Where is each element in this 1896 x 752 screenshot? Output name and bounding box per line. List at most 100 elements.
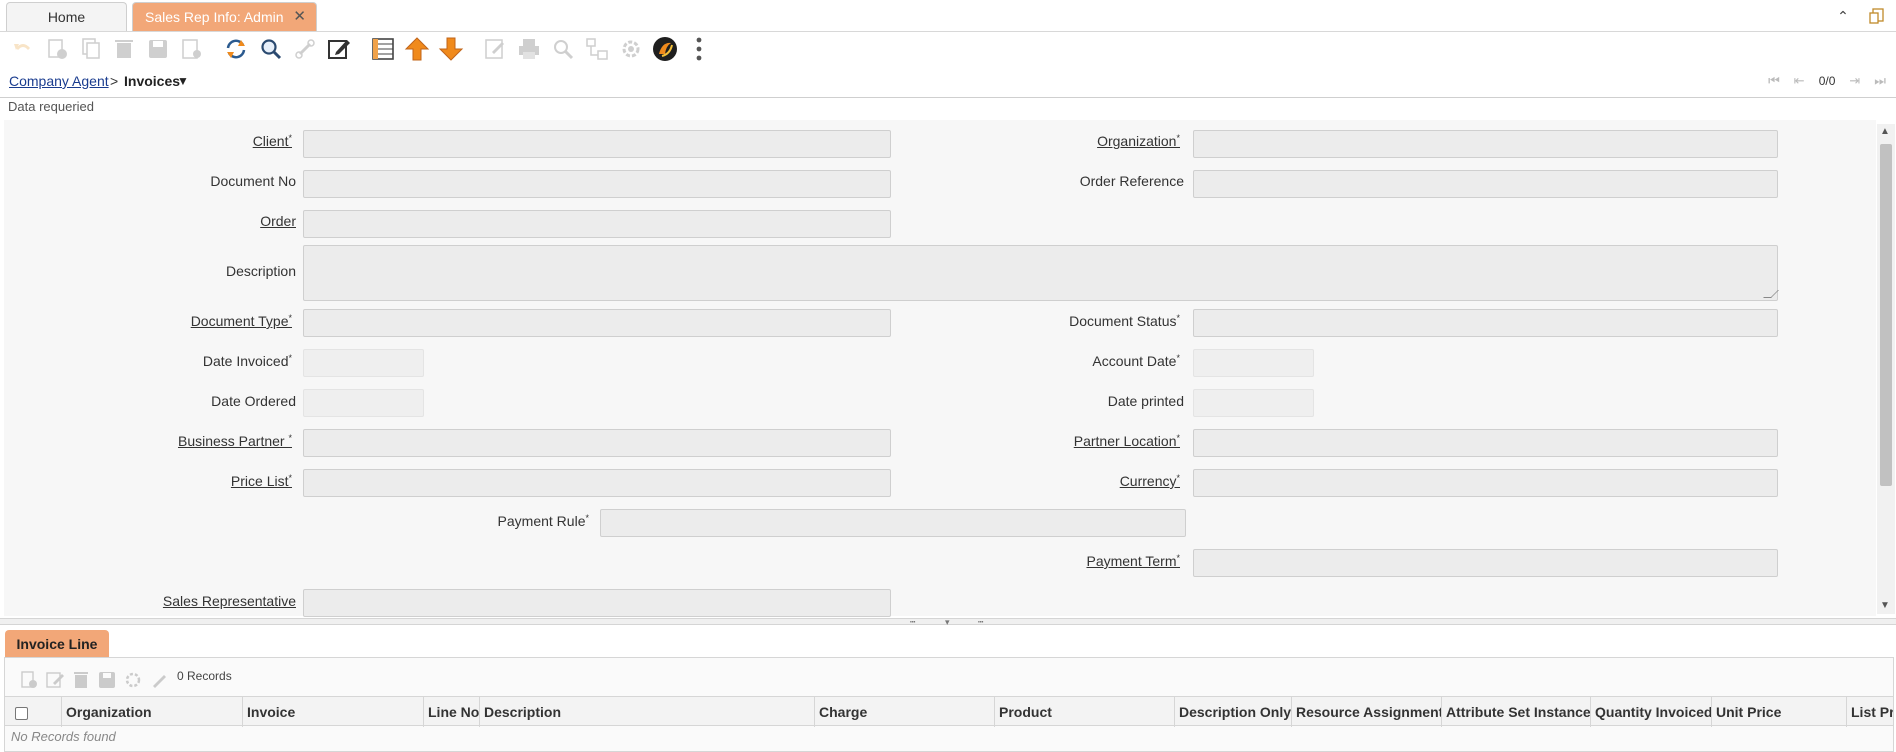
record-navigation: ⏮ ⇤ 0/0 ⇥ ⏭ bbox=[1768, 73, 1886, 89]
tabbar-controls: ⌃ bbox=[1834, 6, 1886, 26]
payment-term-field[interactable] bbox=[1193, 549, 1778, 577]
date-printed-field[interactable] bbox=[1193, 389, 1314, 417]
copy-icon[interactable] bbox=[78, 36, 104, 62]
tab-home[interactable]: Home (105866) bbox=[6, 2, 127, 53]
find-icon[interactable] bbox=[258, 36, 284, 62]
column-header[interactable]: Charge bbox=[814, 697, 994, 727]
client-field[interactable] bbox=[303, 130, 891, 158]
last-record-icon[interactable]: ⏭ bbox=[1874, 73, 1886, 89]
sales-representative-field[interactable] bbox=[303, 589, 891, 617]
window-tab-bar: Home (105866) Sales Rep Info: Admin ✕ ⌃ bbox=[0, 0, 1896, 53]
column-header[interactable]: Invoice bbox=[242, 697, 423, 727]
records-count: 0 Records bbox=[177, 669, 232, 683]
detail-new-icon[interactable] bbox=[19, 670, 39, 690]
app-logo-icon[interactable] bbox=[652, 36, 678, 62]
detail-customize-icon[interactable] bbox=[149, 670, 169, 690]
order-label[interactable]: Order bbox=[4, 213, 296, 229]
date-invoiced-field[interactable] bbox=[303, 349, 424, 377]
detail-toolbar: 0 Records bbox=[5, 658, 1893, 696]
date-ordered-label: Date Ordered bbox=[211, 393, 296, 409]
order-field[interactable] bbox=[303, 210, 891, 238]
detail-edit-icon[interactable] bbox=[45, 670, 65, 690]
scroll-thumb[interactable] bbox=[1880, 144, 1892, 486]
business-partner-label[interactable]: Business Partner * bbox=[4, 433, 292, 449]
close-icon[interactable]: ✕ bbox=[293, 3, 306, 31]
splitter-grip-left-icon[interactable]: ┅ bbox=[910, 617, 915, 628]
window-restore-icon[interactable] bbox=[1868, 7, 1886, 25]
document-type-label[interactable]: Document Type* bbox=[4, 313, 292, 329]
next-record-small-icon[interactable]: ⇥ bbox=[1849, 73, 1860, 89]
partner-location-label[interactable]: Partner Location* bbox=[894, 433, 1180, 449]
column-header[interactable]: Description Only bbox=[1174, 697, 1291, 727]
zoom-across-icon[interactable] bbox=[550, 36, 576, 62]
organization-field[interactable] bbox=[1193, 130, 1778, 158]
prev-record-small-icon[interactable]: ⇤ bbox=[1794, 73, 1805, 89]
client-label[interactable]: Client* bbox=[4, 133, 292, 149]
currency-field[interactable] bbox=[1193, 469, 1778, 497]
save-icon[interactable] bbox=[145, 36, 171, 62]
price-list-field[interactable] bbox=[303, 469, 891, 497]
tab-sales-rep-info[interactable]: Sales Rep Info: Admin ✕ bbox=[132, 2, 317, 31]
detail-process-icon[interactable] bbox=[123, 670, 143, 690]
save-create-icon[interactable] bbox=[179, 36, 205, 62]
main-toolbar bbox=[0, 33, 1896, 65]
document-status-field[interactable] bbox=[1193, 309, 1778, 337]
currency-label[interactable]: Currency* bbox=[894, 473, 1180, 489]
select-all-checkbox[interactable] bbox=[5, 697, 61, 727]
resize-grip-icon[interactable] bbox=[1763, 290, 1779, 298]
column-header[interactable]: Organization bbox=[61, 697, 242, 727]
delete-icon[interactable] bbox=[111, 36, 137, 62]
refresh-icon[interactable] bbox=[223, 36, 249, 62]
column-header[interactable]: List Pr bbox=[1846, 697, 1893, 727]
document-no-field[interactable] bbox=[303, 170, 891, 198]
column-header[interactable]: Description bbox=[479, 697, 814, 727]
column-header[interactable]: Product bbox=[994, 697, 1174, 727]
print-icon[interactable] bbox=[516, 36, 542, 62]
scroll-up-icon[interactable]: ▲ bbox=[1880, 126, 1890, 137]
organization-label[interactable]: Organization* bbox=[894, 133, 1180, 149]
chat-edit-icon[interactable] bbox=[326, 36, 352, 62]
column-header[interactable]: Unit Price bbox=[1711, 697, 1846, 727]
splitter-grip-right-icon[interactable]: ┅ bbox=[978, 617, 983, 628]
empty-grid-message: No Records found bbox=[11, 729, 116, 744]
payment-rule-field[interactable] bbox=[600, 509, 1186, 537]
caret-down-icon[interactable]: ▼ bbox=[177, 74, 189, 88]
breadcrumb-current[interactable]: Invoices bbox=[124, 73, 180, 89]
splitter-collapse-icon[interactable]: ▾ bbox=[945, 617, 950, 628]
process-icon[interactable] bbox=[618, 36, 644, 62]
partner-location-field[interactable] bbox=[1193, 429, 1778, 457]
grid-toggle-icon[interactable] bbox=[370, 36, 396, 62]
status-message: Data requeried bbox=[8, 99, 94, 114]
first-record-icon[interactable]: ⏮ bbox=[1768, 73, 1780, 89]
description-textarea[interactable] bbox=[303, 245, 1779, 301]
payment-term-label[interactable]: Payment Term* bbox=[894, 553, 1180, 569]
undo-icon[interactable] bbox=[10, 36, 36, 62]
column-header[interactable]: Quantity Invoiced bbox=[1590, 697, 1711, 727]
panel-splitter[interactable]: ┅ ▾ ┅ bbox=[0, 617, 1896, 628]
detail-delete-icon[interactable] bbox=[71, 670, 91, 690]
breadcrumb-parent-link[interactable]: Company Agent bbox=[9, 73, 109, 89]
date-ordered-field[interactable] bbox=[303, 389, 424, 417]
document-type-field[interactable] bbox=[303, 309, 891, 337]
more-options-icon[interactable] bbox=[686, 36, 712, 62]
order-reference-field[interactable] bbox=[1193, 170, 1778, 198]
detail-save-icon[interactable] bbox=[97, 670, 117, 690]
scroll-down-icon[interactable]: ▼ bbox=[1880, 600, 1890, 611]
business-partner-field[interactable] bbox=[303, 429, 891, 457]
workflow-icon[interactable] bbox=[584, 36, 610, 62]
column-header[interactable]: Attribute Set Instance bbox=[1441, 697, 1590, 727]
sales-representative-label[interactable]: Sales Representative bbox=[4, 593, 296, 609]
breadcrumb: Company Agent > Invoices ▼ ⏮ ⇤ 0/0 ⇥ ⏭ bbox=[0, 66, 1896, 98]
column-header[interactable]: Resource Assignment bbox=[1291, 697, 1441, 727]
tab-invoice-line[interactable]: Invoice Line bbox=[5, 630, 109, 658]
form-scrollbar[interactable]: ▲ ▼ bbox=[1877, 124, 1895, 614]
price-list-label[interactable]: Price List* bbox=[4, 473, 292, 489]
column-header[interactable]: Line No bbox=[423, 697, 479, 727]
report-icon[interactable] bbox=[482, 36, 508, 62]
collapse-up-icon[interactable]: ⌃ bbox=[1834, 7, 1852, 25]
new-record-icon[interactable] bbox=[44, 36, 70, 62]
attachment-icon[interactable] bbox=[292, 36, 318, 62]
previous-record-icon[interactable] bbox=[404, 36, 430, 62]
account-date-field[interactable] bbox=[1193, 349, 1314, 377]
next-record-icon[interactable] bbox=[438, 36, 464, 62]
